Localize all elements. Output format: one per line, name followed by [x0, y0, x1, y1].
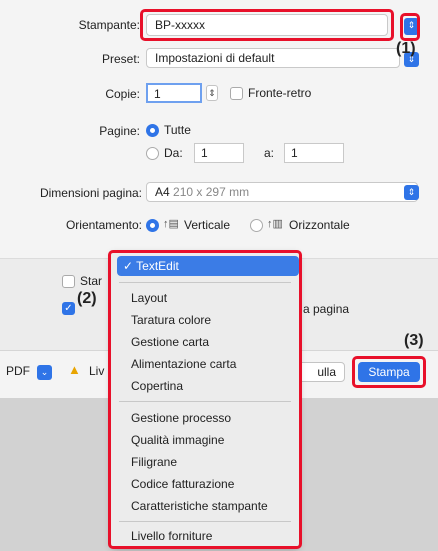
portrait-icon: ↑▤: [163, 218, 179, 230]
callout-3: (3): [404, 332, 424, 349]
paper-size-dimensions: 210 x 297 mm: [173, 185, 250, 199]
callout-1: (1): [396, 40, 416, 57]
highlight-printer-arrows: [400, 13, 420, 41]
option-checkbox-2[interactable]: ✓: [62, 302, 75, 315]
highlight-printer: [140, 9, 394, 41]
pdf-menu-chevron-icon[interactable]: ⌄: [37, 365, 52, 380]
option-checkbox-1[interactable]: [62, 275, 75, 288]
paper-size-select[interactable]: A4 210 x 297 mm: [146, 182, 418, 202]
callout-2: (2): [77, 290, 97, 307]
pages-to-label: a:: [264, 146, 275, 160]
pages-from-label: Da:: [164, 146, 183, 160]
pages-all-label: Tutte: [164, 123, 191, 137]
highlight-menu: [108, 250, 302, 549]
copies-input[interactable]: 1: [146, 83, 202, 103]
orientation-label: Orientamento:: [65, 218, 142, 232]
paper-size-label: Dimensioni pagina:: [39, 186, 142, 200]
copies-label: Copie:: [105, 87, 140, 101]
landscape-icon: ↑▥: [267, 218, 283, 230]
pages-to-input[interactable]: 1: [284, 143, 344, 163]
printer-label: Stampante:: [78, 18, 140, 32]
highlight-print-button: [352, 356, 426, 388]
orientation-landscape-label: Orizzontale: [289, 218, 350, 232]
pdf-label[interactable]: PDF: [6, 364, 30, 378]
pages-range-radio[interactable]: [146, 147, 159, 160]
paper-size-value: A4: [155, 185, 170, 199]
pages-from-input[interactable]: 1: [194, 143, 244, 163]
orientation-portrait-radio[interactable]: [146, 219, 159, 232]
orientation-portrait-label: Verticale: [184, 218, 231, 232]
duplex-label: Fronte-retro: [248, 86, 312, 100]
pages-all-radio[interactable]: [146, 124, 159, 137]
orientation-landscape-radio[interactable]: [250, 219, 263, 232]
warning-label: Liv: [89, 364, 105, 378]
duplex-checkbox[interactable]: [230, 87, 243, 100]
preset-select[interactable]: Impostazioni di default: [146, 48, 400, 68]
paper-size-arrows-icon[interactable]: ⇕: [404, 185, 419, 200]
copies-stepper[interactable]: ⇕: [206, 85, 218, 101]
preset-label: Preset:: [101, 52, 140, 66]
pages-label: Pagine:: [99, 124, 140, 138]
option-label-2: a pagina: [303, 302, 350, 316]
option-label-1: Star: [80, 274, 103, 288]
warning-icon: ▲: [68, 362, 81, 377]
